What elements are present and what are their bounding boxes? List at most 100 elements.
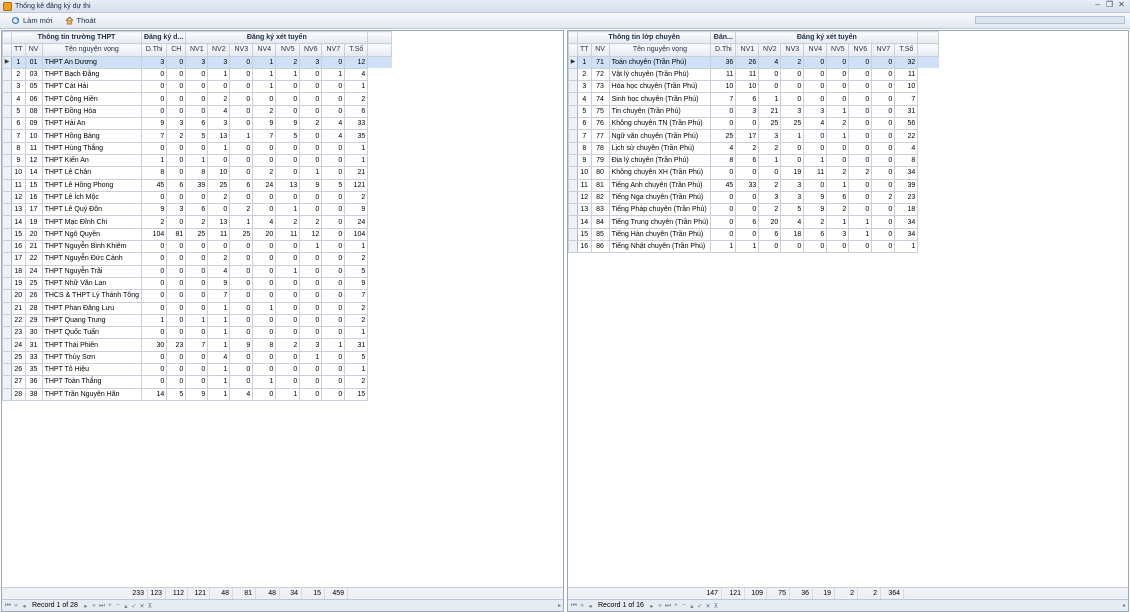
next-record-icon[interactable]: ▸ [649,602,655,610]
table-cell[interactable]: 0 [229,301,254,315]
table-cell[interactable]: 81 [166,227,187,242]
table-cell[interactable]: 121 [344,178,369,192]
table-cell[interactable]: 23 [166,338,187,352]
table-cell[interactable]: 0 [758,80,782,94]
table-cell[interactable]: 3 [735,104,760,119]
table-cell[interactable]: 1 [894,240,919,254]
table-cell[interactable]: 0 [229,289,254,303]
table-cell[interactable]: 11 [894,67,919,82]
table-row[interactable]: 3 73 Hóa học chuyên (Trần Phú) 10 10 0 0 0 0 0 0 10 [568,80,939,94]
table-cell[interactable]: 0 [871,104,896,119]
table-cell[interactable]: 0 [252,203,277,217]
table-cell[interactable]: 0 [140,67,168,82]
table-cell[interactable]: 9 [803,203,828,217]
row-indicator[interactable] [2,363,12,377]
table-cell[interactable]: 0 [185,252,209,266]
table-cell[interactable]: 0 [299,92,323,106]
table-cell[interactable]: 0 [871,166,896,180]
row-indicator[interactable] [2,375,12,389]
table-cell[interactable]: 1 [344,363,369,377]
table-cell[interactable]: 5 [11,104,26,119]
table-cell[interactable]: 56 [894,117,919,131]
table-cell[interactable]: 0 [871,129,896,143]
table-cell[interactable]: 0 [185,240,209,254]
table-cell[interactable]: 2 [207,92,231,106]
table-cell[interactable]: 26 [24,289,43,303]
table-cell[interactable]: 0 [229,350,254,365]
table-cell[interactable]: 18 [894,203,919,217]
table-cell[interactable]: 0 [140,301,168,315]
table-row[interactable]: 15 85 Tiếng Hàn chuyên (Trần Phú) 0 0 6 18 6 3 1 0… [568,227,939,242]
table-cell[interactable]: THCS & THPT Lý Thánh Tông [41,289,142,303]
column-header[interactable]: NV3 [780,43,805,57]
table-cell[interactable]: 6 [229,178,254,192]
table-cell[interactable]: 0 [871,55,896,69]
table-cell[interactable]: 23 [11,326,26,340]
table-cell[interactable]: 15 [577,227,592,242]
table-cell[interactable]: THPT Đồng Hòa [41,104,142,119]
table-cell[interactable]: 14 [24,166,43,180]
table-cell[interactable]: 4 [710,141,737,155]
table-cell[interactable]: 19 [11,276,26,291]
table-cell[interactable]: 0 [166,240,187,254]
table-cell[interactable]: THPT Trần Nguyên Hãn [41,387,142,401]
table-cell[interactable]: 33 [24,350,43,365]
table-cell[interactable]: 13 [207,129,231,143]
table-cell[interactable]: 7 [207,289,231,303]
table-cell[interactable]: 25 [758,117,782,131]
table-cell[interactable]: 09 [24,117,43,131]
table-cell[interactable]: 6 [185,117,209,131]
save-record-icon[interactable]: ✓ [697,602,703,610]
table-cell[interactable]: 0 [166,80,187,94]
table-cell[interactable]: 1 [321,338,346,352]
table-cell[interactable]: Ngữ văn chuyên (Trần Phú) [608,129,712,143]
table-cell[interactable]: 1 [11,55,26,69]
table-row[interactable]: 20 26 THCS & THPT Lý Thánh Tông 0 0 0 7 0 0 0 0 0 7 [2,289,392,303]
table-cell[interactable]: 0 [252,92,277,106]
table-cell[interactable]: 6 [577,117,592,131]
table-cell[interactable]: 84 [590,215,610,229]
row-indicator[interactable] [568,141,578,155]
row-indicator[interactable] [2,276,12,291]
table-cell[interactable]: 0 [140,141,168,155]
table-cell[interactable]: 2 [229,203,254,217]
table-cell[interactable]: 0 [275,363,301,377]
table-cell[interactable]: 1 [826,215,850,229]
table-row[interactable]: 12 82 Tiếng Nga chuyên (Trần Phú) 0 0 3 3 9 6 0 2 2… [568,190,939,205]
add-record-icon[interactable]: + [673,602,679,609]
table-cell[interactable]: 24 [24,264,43,278]
table-cell[interactable]: 0 [871,67,896,82]
table-row[interactable]: 5 08 THPT Đồng Hòa 0 0 0 4 0 2 0 0 0 6 [2,104,392,119]
table-cell[interactable]: 0 [321,350,346,365]
table-cell[interactable]: Lịch sử chuyên (Trần Phú) [608,141,712,155]
table-cell[interactable]: 8 [577,141,592,155]
table-cell[interactable]: 19 [780,166,805,180]
save-record-icon[interactable]: ✓ [131,602,137,610]
row-indicator[interactable] [568,104,578,119]
table-cell[interactable]: 1 [577,55,592,69]
row-indicator[interactable] [568,178,578,192]
table-cell[interactable]: 23 [894,190,919,205]
table-cell[interactable]: 76 [590,117,610,131]
table-row[interactable]: 14 84 Tiếng Trung chuyên (Trần Phú) 0 6 20 4 2 1… [568,215,939,229]
table-row[interactable]: 16 86 Tiếng Nhật chuyên (Trần Phú) 1 1 0 0 0 0 0 0… [568,240,939,254]
table-cell[interactable]: 4 [207,104,231,119]
table-cell[interactable]: 0 [140,375,168,389]
scroll-right-icon[interactable]: ▸ [558,602,561,609]
table-cell[interactable]: 0 [871,153,896,168]
table-cell[interactable]: 6 [735,153,760,168]
table-cell[interactable]: 6 [735,92,760,106]
table-row[interactable]: 7 10 THPT Hồng Bàng 7 2 5 13 1 7 5 0 4 35 [2,129,392,143]
table-cell[interactable]: 25 [229,227,254,242]
table-cell[interactable]: 1 [252,67,277,82]
table-row[interactable]: 27 36 THPT Toàn Thắng 0 0 0 1 0 1 0 0 0 2 [2,375,392,389]
cancel-edit-icon[interactable]: ✕ [139,602,145,610]
table-cell[interactable]: 0 [848,104,873,119]
table-cell[interactable]: 45 [710,178,737,192]
table-cell[interactable]: 2 [11,67,26,82]
table-cell[interactable]: 0 [735,190,760,205]
table-cell[interactable]: 7 [140,129,168,143]
table-cell[interactable]: 2 [185,215,209,229]
table-cell[interactable]: 4 [229,387,254,401]
table-cell[interactable]: 9 [344,276,369,291]
